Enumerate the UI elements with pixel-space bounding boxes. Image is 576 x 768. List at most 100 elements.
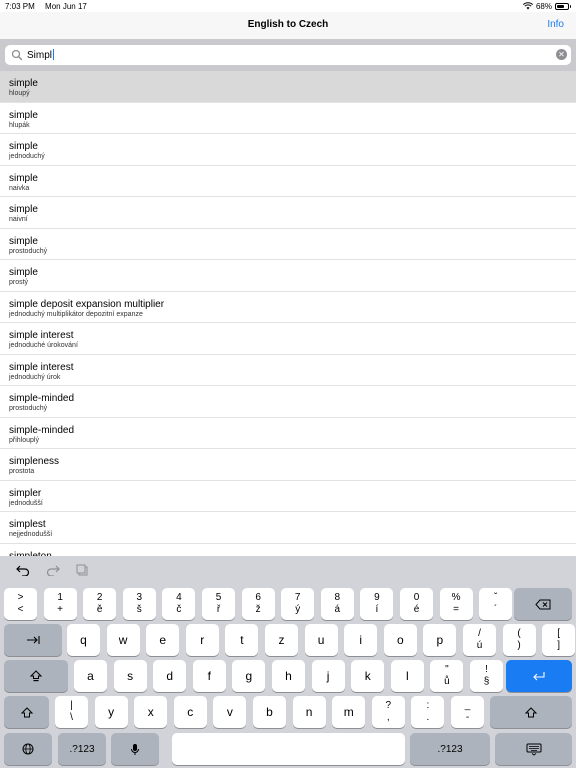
shift-key-right[interactable] [490, 696, 572, 728]
keyboard-toolbar [0, 556, 576, 583]
key[interactable]: f [192, 660, 226, 692]
key-label-top: [ [557, 628, 561, 639]
status-time: 7:03 PM [5, 1, 35, 11]
key[interactable]: > < [4, 588, 37, 620]
result-row[interactable]: simple prostoduchý [0, 229, 576, 260]
key[interactable]: l [390, 660, 424, 692]
key[interactable]: v [213, 696, 247, 728]
key[interactable]: 6ž [241, 588, 275, 620]
key[interactable]: 1 + [43, 588, 77, 620]
return-key[interactable] [506, 660, 572, 692]
clear-icon[interactable]: ✕ [556, 49, 567, 60]
key[interactable]: [] [542, 624, 576, 656]
key[interactable]: 7ý [281, 588, 315, 620]
result-row[interactable]: simple jednoduchý [0, 134, 576, 166]
result-row[interactable]: simpleton [0, 544, 576, 557]
result-row[interactable]: simpler jednodušší [0, 481, 576, 512]
key[interactable]: e [146, 624, 180, 656]
key[interactable]: 5ř [202, 588, 235, 620]
key[interactable]: 8á [320, 588, 354, 620]
key[interactable]: j [311, 660, 345, 692]
info-button[interactable]: Info [547, 19, 564, 30]
key[interactable]: _ - [451, 696, 484, 728]
numbers-key-right[interactable]: .?123 [410, 733, 490, 765]
key-label-stack: > < [18, 592, 24, 616]
key[interactable]: 2ě [83, 588, 117, 620]
result-row[interactable]: simple hloupý [0, 71, 576, 103]
key-label-stack: 3š [137, 592, 143, 616]
key[interactable]: g [232, 660, 266, 692]
result-row[interactable]: simple-minded prostoduchý [0, 386, 576, 418]
key[interactable]: t [225, 624, 259, 656]
key[interactable]: 9í [360, 588, 394, 620]
result-term: simple interest [9, 330, 74, 341]
key[interactable]: y [94, 696, 128, 728]
result-row[interactable]: simple naivka [0, 166, 576, 197]
key[interactable]: b [253, 696, 286, 728]
key[interactable]: d [153, 660, 187, 692]
result-translation: jednoduchý úrok [9, 373, 61, 381]
key[interactable]: / ú [463, 624, 496, 656]
key[interactable]: c [173, 696, 207, 728]
key[interactable]: ˇ ´ [479, 588, 513, 620]
space-key[interactable] [172, 733, 405, 765]
search-input[interactable]: Simpl ✕ [5, 45, 571, 65]
key[interactable]: k [351, 660, 385, 692]
key[interactable]: h [272, 660, 305, 692]
globe-key[interactable] [4, 733, 52, 765]
key[interactable]: 3š [122, 588, 156, 620]
key[interactable]: | \ [55, 696, 88, 728]
key[interactable]: o [383, 624, 417, 656]
key[interactable]: ?, [371, 696, 405, 728]
result-term: simple [9, 235, 38, 247]
key[interactable]: q [67, 624, 100, 656]
result-term: simple-minded [9, 424, 75, 436]
key-label-stack: 6ž [255, 592, 261, 616]
paste-icon[interactable] [76, 564, 90, 576]
key[interactable]: i [344, 624, 378, 656]
key-label-bottom: í [375, 604, 379, 615]
key[interactable]: a [74, 660, 107, 692]
shift-key-left[interactable] [4, 696, 49, 728]
result-row[interactable]: simplest nejjednodušší [0, 512, 576, 544]
shift-lock-key[interactable] [4, 660, 68, 692]
key[interactable]: () [502, 624, 536, 656]
key-label-stack: _ - [465, 700, 471, 724]
hide-keyboard-key[interactable] [495, 733, 572, 765]
key[interactable]: u [304, 624, 338, 656]
key[interactable]: m [332, 696, 366, 728]
result-row[interactable]: simple interest jednoduché úrokování [0, 323, 576, 355]
delete-icon [535, 599, 551, 609]
key[interactable]: r [185, 624, 219, 656]
result-row[interactable]: simple naivní [0, 197, 576, 229]
key[interactable]: ! § [470, 660, 503, 692]
key-label-stack: [] [557, 628, 560, 652]
result-row[interactable]: simpleness prostota [0, 449, 576, 481]
result-row[interactable]: simple interest jednoduchý úrok [0, 355, 576, 386]
dictation-key[interactable] [111, 733, 159, 765]
numbers-key-left[interactable]: .?123 [58, 733, 106, 765]
key[interactable]: 0é [400, 588, 433, 620]
result-translation: jednoduchý [9, 153, 45, 160]
key[interactable]: " ů [430, 660, 464, 692]
key[interactable]: s [113, 660, 147, 692]
redo-icon[interactable] [46, 564, 60, 576]
result-row[interactable]: simple hlupák [0, 103, 576, 134]
tab-key[interactable] [4, 624, 62, 656]
key[interactable]: 4č [162, 588, 196, 620]
result-row[interactable]: simple-minded přihlouplý [0, 418, 576, 449]
key[interactable]: % = [439, 588, 473, 620]
page-title: English to Czech [247, 19, 329, 30]
key[interactable]: :. [411, 696, 445, 728]
result-row[interactable]: simple deposit expansion multiplier jedno… [0, 292, 576, 323]
undo-icon[interactable] [16, 564, 30, 576]
result-row[interactable]: simple prostý [0, 260, 576, 292]
key[interactable]: w [106, 624, 140, 656]
result-translation: nejjednodušší [9, 531, 53, 538]
key-label-stack: 8á [335, 592, 341, 616]
key[interactable]: n [292, 696, 326, 728]
backspace-key[interactable] [514, 588, 572, 620]
key[interactable]: z [265, 624, 298, 656]
key[interactable]: x [134, 696, 168, 728]
key[interactable]: p [423, 624, 457, 656]
